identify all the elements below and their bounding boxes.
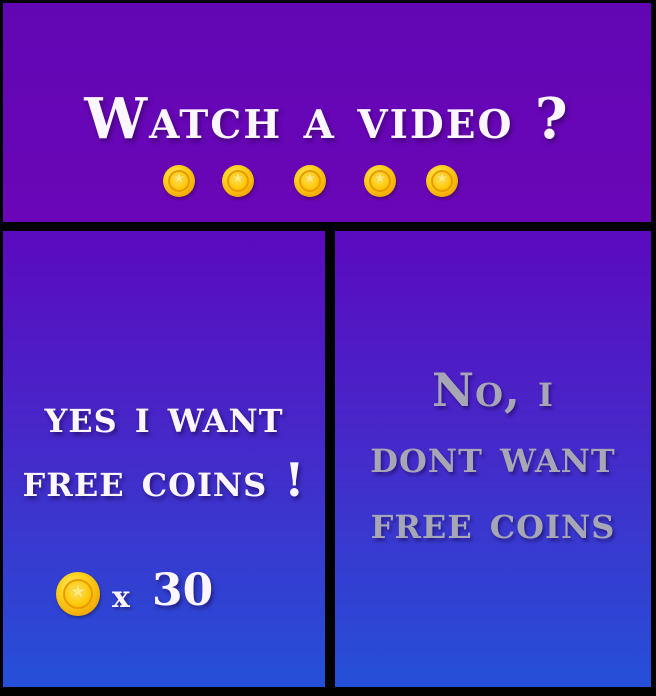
reward-multiplier: x bbox=[112, 580, 130, 615]
coin-icon: ★ bbox=[56, 572, 100, 616]
coin-icon: ★ bbox=[294, 165, 326, 197]
yes-button[interactable]: yes i want free coins ! ★ x 30 bbox=[3, 231, 325, 687]
reward-value: 30 bbox=[152, 565, 214, 616]
no-button[interactable]: No, i dont want free coins bbox=[335, 231, 651, 687]
no-label-line2: dont want bbox=[370, 429, 616, 483]
yes-label-line2: free coins ! bbox=[22, 453, 306, 507]
dialog-title: Watch a video ? bbox=[84, 86, 570, 152]
yes-label-line1: yes i want bbox=[44, 389, 284, 443]
no-label-line1: No, i bbox=[432, 363, 554, 417]
coin-icon: ★ bbox=[222, 165, 254, 197]
coin-icon: ★ bbox=[364, 165, 396, 197]
watch-video-dialog: Watch a video ? ★ ★ ★ ★ ★ yes i want fre… bbox=[0, 0, 656, 696]
coin-icon: ★ bbox=[163, 165, 195, 197]
no-label-line3: free coins bbox=[370, 495, 616, 549]
dialog-header: Watch a video ? ★ ★ ★ ★ ★ bbox=[3, 3, 651, 222]
coin-icon: ★ bbox=[426, 165, 458, 197]
